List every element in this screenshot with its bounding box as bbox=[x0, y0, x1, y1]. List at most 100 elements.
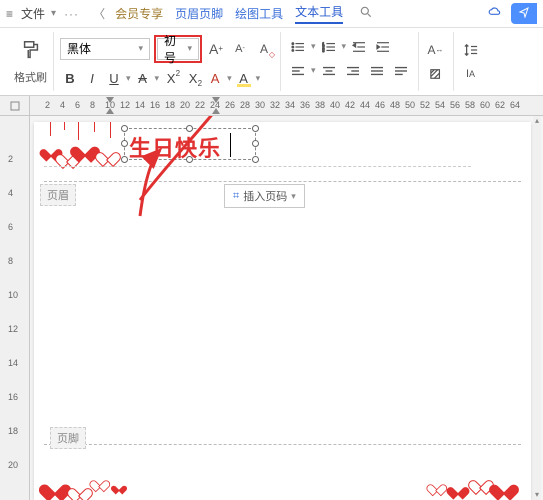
align-center-button[interactable] bbox=[318, 62, 340, 80]
ruler-tick: 54 bbox=[435, 100, 445, 110]
ruler-tick: 8 bbox=[8, 256, 13, 266]
chevron-down-icon[interactable]: ▾ bbox=[311, 65, 316, 76]
font-color-button[interactable]: A bbox=[205, 69, 225, 89]
font-name-value: 黑体 bbox=[67, 40, 91, 57]
ruler-tick: 20 bbox=[8, 460, 18, 470]
resize-handle[interactable] bbox=[252, 125, 259, 132]
underline-button[interactable]: U bbox=[104, 69, 124, 89]
resize-handle[interactable] bbox=[252, 140, 259, 147]
ruler-tick: 10 bbox=[8, 290, 18, 300]
ruler-tick: 36 bbox=[300, 100, 310, 110]
share-button[interactable] bbox=[511, 3, 537, 24]
ruler-tick: 4 bbox=[60, 100, 65, 110]
increase-font-button[interactable]: A+ bbox=[206, 39, 226, 59]
superscript-button[interactable]: X2 bbox=[161, 69, 181, 89]
ruler-tick: 8 bbox=[90, 100, 95, 110]
indent-button[interactable] bbox=[372, 38, 394, 56]
hearts-decoration-bottom-left bbox=[44, 458, 154, 498]
chevron-down-icon[interactable]: ▾ bbox=[51, 8, 56, 19]
ruler-tick: 10 bbox=[105, 100, 115, 110]
outdent-button[interactable] bbox=[348, 38, 370, 56]
char-scale-button[interactable]: A↔ bbox=[425, 41, 447, 59]
scroll-down-icon[interactable]: ▾ bbox=[533, 490, 541, 500]
chevron-down-icon: ▾ bbox=[187, 43, 192, 54]
chevron-down-icon[interactable]: ▾ bbox=[311, 41, 316, 52]
font-size-value: 初号 bbox=[164, 32, 187, 66]
chevron-down-icon: ▾ bbox=[291, 191, 296, 202]
scroll-up-icon[interactable]: ▴ bbox=[533, 116, 541, 126]
footer-region[interactable]: 页脚 bbox=[44, 444, 521, 500]
chevron-down-icon[interactable]: ▾ bbox=[256, 73, 261, 84]
format-painter-label: 格式刷 bbox=[14, 69, 47, 85]
ruler-tick: 22 bbox=[195, 100, 205, 110]
page-wrap: 生日快乐 页眉 ⌗ 插入页码 ▾ 页脚 bbox=[30, 116, 543, 500]
ruler-vertical[interactable]: 2468101214161820 bbox=[0, 116, 30, 500]
tab-header-footer[interactable]: 页眉页脚 bbox=[175, 5, 223, 22]
group-format-painter: 格式刷 bbox=[8, 32, 54, 91]
highlight-button[interactable]: A bbox=[234, 69, 254, 89]
vertical-scrollbar[interactable]: ▴ ▾ bbox=[533, 116, 541, 500]
ruler-tick: 52 bbox=[420, 100, 430, 110]
document-page[interactable]: 生日快乐 页眉 ⌗ 插入页码 ▾ 页脚 bbox=[34, 122, 531, 500]
ruler-horizontal[interactable]: 2468101214161820222426283032343638404244… bbox=[30, 96, 543, 116]
ruler-tick: 2 bbox=[8, 154, 13, 164]
ruler-tick: 32 bbox=[270, 100, 280, 110]
format-painter-icon[interactable] bbox=[20, 39, 42, 67]
heart-icon bbox=[451, 482, 465, 496]
more-menu[interactable]: ··· bbox=[64, 7, 79, 21]
ruler-tick: 44 bbox=[360, 100, 370, 110]
font-size-select[interactable]: 初号 ▾ bbox=[157, 38, 199, 60]
text-frame[interactable]: 生日快乐 bbox=[124, 128, 256, 160]
ruler-tick: 40 bbox=[330, 100, 340, 110]
text-direction-button[interactable]: IA bbox=[460, 65, 482, 83]
resize-handle[interactable] bbox=[252, 156, 259, 163]
subscript-button[interactable]: X2 bbox=[183, 69, 203, 89]
resize-handle[interactable] bbox=[121, 156, 128, 163]
clear-format-button[interactable]: A◇ bbox=[254, 39, 274, 59]
bold-button[interactable]: B bbox=[60, 69, 80, 89]
ruler-area: 2468101214161820222426283032343638404244… bbox=[0, 96, 543, 116]
decrease-font-button[interactable]: A- bbox=[230, 39, 250, 59]
bullet-list-button[interactable] bbox=[287, 38, 309, 56]
chevron-down-icon[interactable]: ▾ bbox=[227, 73, 232, 84]
tab-text-tools[interactable]: 文本工具 bbox=[295, 3, 343, 24]
resize-handle[interactable] bbox=[121, 140, 128, 147]
resize-handle[interactable] bbox=[121, 125, 128, 132]
align-justify-button[interactable] bbox=[366, 62, 388, 80]
align-right-button[interactable] bbox=[342, 62, 364, 80]
insert-page-number-button[interactable]: ⌗ 插入页码 ▾ bbox=[224, 184, 305, 208]
chevron-down-icon[interactable]: ▾ bbox=[342, 41, 347, 52]
hamburger-icon[interactable]: ≡ bbox=[6, 7, 13, 21]
ruler-tick: 38 bbox=[315, 100, 325, 110]
italic-button[interactable]: I bbox=[82, 69, 102, 89]
strike-button[interactable]: A bbox=[133, 69, 153, 89]
ruler-tick: 16 bbox=[8, 392, 18, 402]
header-region[interactable]: 生日快乐 bbox=[44, 122, 521, 182]
ruler-tick: 2 bbox=[45, 100, 50, 110]
align-left-button[interactable] bbox=[287, 62, 309, 80]
file-menu[interactable]: 文件 bbox=[21, 5, 45, 22]
search-icon[interactable] bbox=[359, 5, 373, 22]
group-font: 黑体 ▾ 初号 ▾ A+ A- A◇ B I U ▾ A ▾ X2 X2 A ▾ bbox=[54, 32, 281, 91]
page-number-icon: ⌗ bbox=[233, 190, 239, 203]
tab-member[interactable]: 会员专享 bbox=[115, 5, 163, 22]
ruler-tick: 26 bbox=[225, 100, 235, 110]
chevron-down-icon[interactable]: ▾ bbox=[155, 73, 160, 84]
ruler-tick: 56 bbox=[450, 100, 460, 110]
number-list-button[interactable]: 123 bbox=[318, 38, 340, 56]
cloud-icon[interactable] bbox=[487, 5, 503, 22]
line-spacing-button[interactable] bbox=[460, 41, 482, 59]
font-name-select[interactable]: 黑体 ▾ bbox=[60, 38, 150, 60]
document-main-text[interactable]: 生日快乐 bbox=[129, 131, 221, 163]
ruler-tick: 62 bbox=[495, 100, 505, 110]
shading-button[interactable] bbox=[425, 65, 447, 83]
ruler-tick: 18 bbox=[165, 100, 175, 110]
heart-outline-icon bbox=[72, 482, 86, 496]
distribute-button[interactable] bbox=[390, 62, 412, 80]
chevron-left-icon[interactable]: 〈 bbox=[93, 5, 105, 22]
chevron-down-icon[interactable]: ▾ bbox=[126, 73, 131, 84]
ruler-tick: 34 bbox=[285, 100, 295, 110]
tab-draw-tools[interactable]: 绘图工具 bbox=[235, 5, 283, 22]
ruler-tick: 14 bbox=[135, 100, 145, 110]
ruler-tick: 30 bbox=[255, 100, 265, 110]
